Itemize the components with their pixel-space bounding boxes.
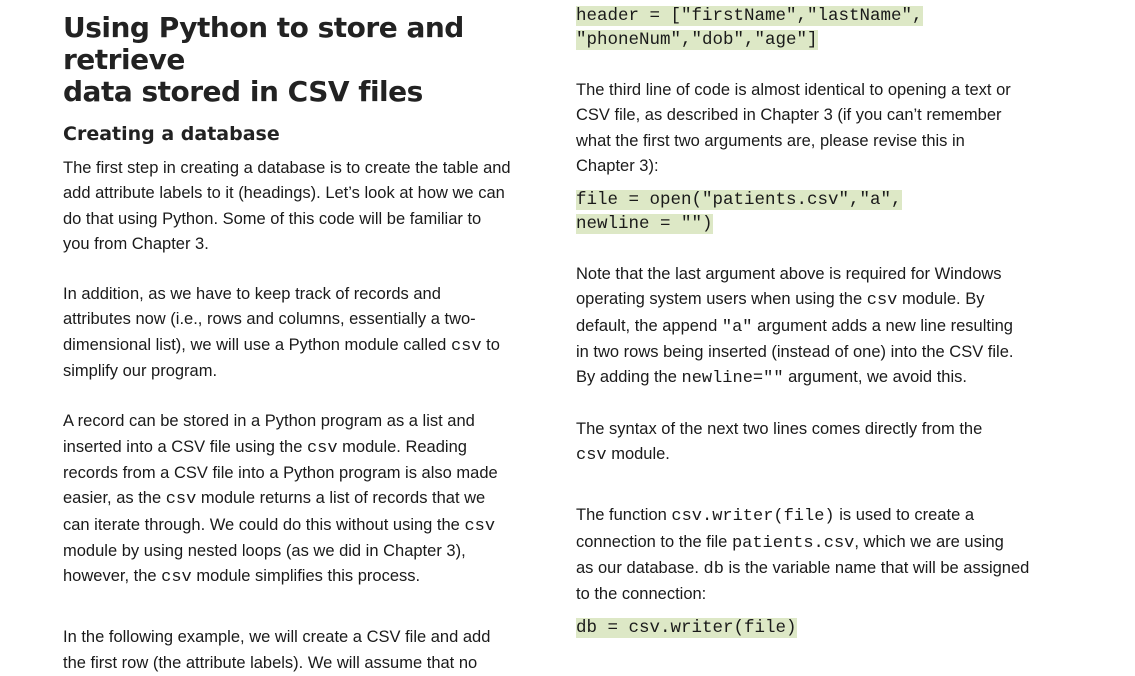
paragraph-r4: The function csv.writer(file) is used to… xyxy=(576,506,1030,604)
inline-code: csv xyxy=(165,490,197,510)
inline-code: csv xyxy=(576,445,607,465)
paragraph-2: In addition, as we have to keep track of… xyxy=(63,285,500,381)
inline-code: csv xyxy=(464,516,496,536)
code-block-header: header = ["firstName","lastName", "phone… xyxy=(576,6,923,50)
inline-code: csv xyxy=(866,291,898,311)
inline-code: newline="" xyxy=(681,369,784,389)
paragraph-r2: Note that the last argument above is req… xyxy=(576,265,1014,389)
page-title: Using Python to store and retrieve data … xyxy=(63,11,464,108)
section-heading: Creating a database xyxy=(63,123,280,145)
inline-code: db xyxy=(703,559,724,579)
code-block-open: file = open("patients.csv","a", newline … xyxy=(576,190,902,235)
paragraph-1: The first step in creating a database is… xyxy=(63,159,511,253)
inline-code: csv xyxy=(306,438,338,458)
inline-code: csv xyxy=(161,568,192,588)
paragraph-r3: The syntax of the next two lines comes d… xyxy=(576,419,983,465)
paragraph-4: In the following example, we will create… xyxy=(63,628,491,672)
paragraph-3: A record can be stored in a Python progr… xyxy=(63,412,498,588)
paragraph-r1: The third line of code is almost identic… xyxy=(576,81,1011,175)
inline-code: "a" xyxy=(721,317,753,337)
right-column: header = ["firstName","lastName", "phone… xyxy=(576,0,1056,640)
inline-code: csv xyxy=(450,336,482,356)
inline-code: csv.writer(file) xyxy=(671,507,835,527)
left-column: Using Python to store and retrieve data … xyxy=(63,0,543,676)
inline-code: patients.csv xyxy=(731,533,855,553)
